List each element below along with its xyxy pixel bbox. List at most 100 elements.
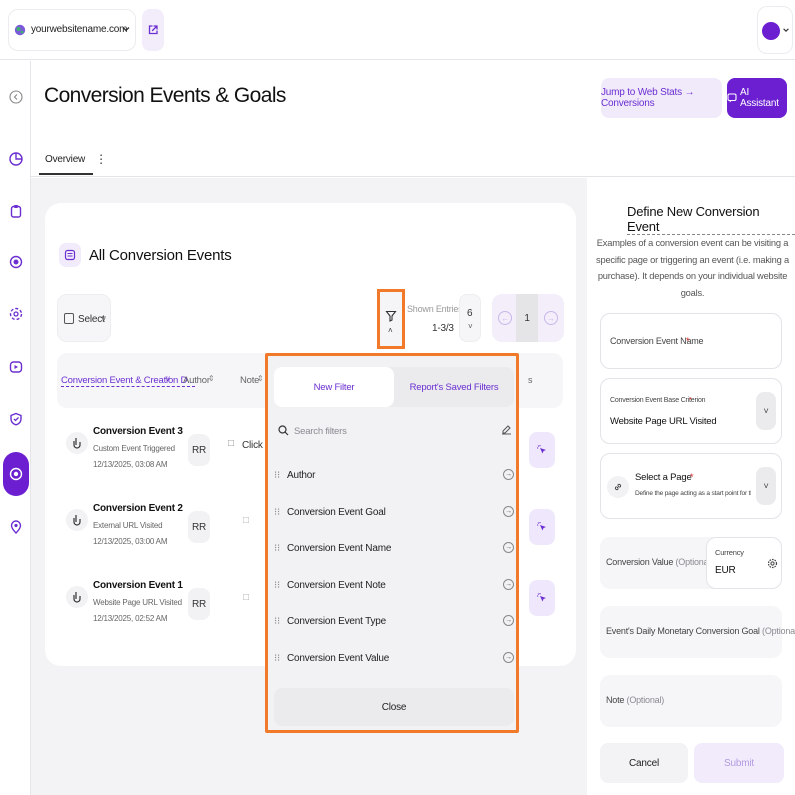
filter-item-name[interactable]: ⁝⁝ Conversion Event Name → [274, 539, 514, 559]
event-name-field[interactable]: Conversion Event Name * [600, 313, 782, 369]
optional-tag: (Optional) [762, 626, 795, 636]
column-more: s [528, 375, 533, 385]
filter-tabs: New Filter Report's Saved Filters [274, 367, 514, 407]
select-all-checkbox[interactable] [64, 313, 74, 324]
page-size-select[interactable]: 6 ˅ [459, 294, 481, 342]
note-icon[interactable]: □ [228, 438, 234, 449]
globe-icon [14, 24, 26, 36]
tab-new-filter[interactable]: New Filter [274, 367, 394, 407]
external-link-button[interactable] [142, 9, 164, 51]
page-title: Conversion Events & Goals [44, 84, 286, 107]
filter-item-note[interactable]: ⁝⁝ Conversion Event Note → [274, 576, 514, 596]
chevron-down-icon [121, 24, 131, 34]
recording-icon[interactable] [6, 357, 26, 377]
daily-goal-label: Event's Daily Monetary Conversion Goal [606, 626, 760, 636]
cursor-click-icon[interactable] [529, 580, 555, 616]
filter-icon [385, 310, 397, 322]
chevron-down-icon [782, 26, 790, 34]
panel-description: Examples of a conversion event can be vi… [596, 238, 789, 298]
event-name: Conversion Event 1 [93, 580, 183, 591]
criterion-select[interactable]: Conversion Event Base Criterion * Websit… [600, 378, 782, 444]
cursor-click-icon[interactable] [529, 509, 555, 545]
daily-goal-label-wrap: Event's Daily Monetary Conversion Goal (… [606, 626, 795, 636]
analytics-icon[interactable] [6, 252, 26, 272]
select-page-field[interactable]: Select a Page * Define the page acting a… [600, 453, 782, 519]
arrow-right-icon: → [503, 652, 514, 663]
shown-entries-label: Shown Entries [407, 304, 463, 314]
select-dropdown[interactable]: Select ˅ [57, 294, 111, 342]
filter-panel: New Filter Report's Saved Filters Search… [265, 353, 519, 733]
clipboard-icon[interactable] [6, 201, 26, 221]
conversion-goals-icon[interactable] [3, 452, 29, 496]
domain-label: yourwebsitename.com [31, 24, 128, 35]
page-number[interactable]: 1 [516, 294, 538, 342]
filter-item-author[interactable]: ⁝⁝ Author → [274, 466, 514, 486]
prev-page-icon[interactable]: ← [498, 311, 512, 325]
close-button[interactable]: Close [274, 688, 514, 726]
note-icon[interactable]: □ [243, 515, 249, 526]
filter-item-type[interactable]: ⁝⁝ Conversion Event Type → [274, 612, 514, 632]
define-event-panel: Define New Conversion Event Examples of … [588, 178, 795, 795]
column-author[interactable]: Author [183, 375, 210, 386]
card-title: All Conversion Events [89, 247, 232, 264]
note-icon[interactable]: □ [243, 592, 249, 603]
pointer-icon [66, 432, 88, 454]
event-date: 12/13/2025, 02:52 AM [93, 614, 168, 623]
daily-goal-field[interactable]: Event's Daily Monetary Conversion Goal (… [600, 606, 795, 658]
location-icon[interactable] [6, 517, 26, 537]
more-vertical-icon[interactable]: ⋮ [95, 153, 107, 165]
arrow-right-icon: → [503, 542, 514, 553]
event-name: Conversion Event 3 [93, 426, 183, 437]
required-mark: * [690, 472, 694, 482]
arrow-right-icon: → [503, 469, 514, 480]
heatmap-icon[interactable] [6, 304, 26, 324]
ai-assistant-button[interactable]: AI Assistant [727, 78, 787, 118]
chat-icon [727, 93, 737, 103]
domain-selector[interactable]: yourwebsitename.com [8, 9, 136, 51]
conversion-value-field[interactable]: Conversion Value (Optional) [606, 557, 713, 567]
shield-icon[interactable] [6, 409, 26, 429]
next-page-icon[interactable]: → [544, 311, 558, 325]
jump-to-web-stats-button[interactable]: Jump to Web Stats → Conversions [601, 78, 722, 118]
sort-icon[interactable]: ⇕ [257, 374, 264, 383]
pagination: ← 1 → [492, 294, 564, 342]
avatar [762, 22, 780, 40]
sort-icon[interactable]: ⇕ [208, 374, 215, 383]
filter-item-label: Conversion Event Note [287, 580, 386, 591]
tab-overview[interactable]: Overview ⋮ [39, 145, 107, 175]
cancel-button[interactable]: Cancel [600, 743, 688, 783]
tab-saved-filters[interactable]: Report's Saved Filters [394, 367, 514, 407]
sliders-icon: ⁝⁝ [274, 580, 280, 591]
required-mark: * [686, 336, 690, 346]
pointer-icon [66, 509, 88, 531]
collapse-icon[interactable] [6, 87, 26, 107]
filter-button[interactable]: ˄ [377, 289, 405, 349]
list-icon [59, 243, 81, 267]
ai-assistant-label: AI Assistant [740, 87, 779, 109]
arrow-right-icon: → [503, 615, 514, 626]
column-event[interactable]: Conversion Event & Creation D... [61, 375, 195, 387]
eraser-icon[interactable] [501, 424, 512, 435]
submit-button[interactable]: Submit [694, 743, 784, 783]
sort-desc-icon[interactable]: ˅ [165, 374, 170, 384]
filter-item-value[interactable]: ⁝⁝ Conversion Event Value → [274, 649, 514, 669]
currency-label: Currency [715, 548, 744, 557]
search-icon [278, 425, 289, 436]
criterion-value: Website Page URL Visited [610, 416, 717, 427]
author-badge: RR [188, 588, 210, 620]
chevron-up-icon: ˄ [388, 326, 393, 335]
search-filters[interactable]: Search filters [274, 414, 514, 448]
select-page-label: Select a Page [635, 472, 692, 483]
filter-item-label: Author [287, 470, 316, 481]
currency-select[interactable]: Currency EUR [706, 537, 782, 589]
chevron-down-icon: ˅ [101, 314, 107, 324]
event-name: Conversion Event 2 [93, 503, 183, 514]
author-badge: RR [188, 434, 210, 466]
dashboard-icon[interactable] [6, 149, 26, 169]
note-field[interactable]: Note (Optional) [600, 675, 782, 727]
filter-item-goal[interactable]: ⁝⁝ Conversion Event Goal → [274, 503, 514, 523]
gear-icon[interactable] [767, 558, 778, 569]
cursor-click-icon[interactable] [529, 432, 555, 468]
arrow-right-icon: → [503, 506, 514, 517]
user-menu[interactable] [757, 6, 793, 54]
